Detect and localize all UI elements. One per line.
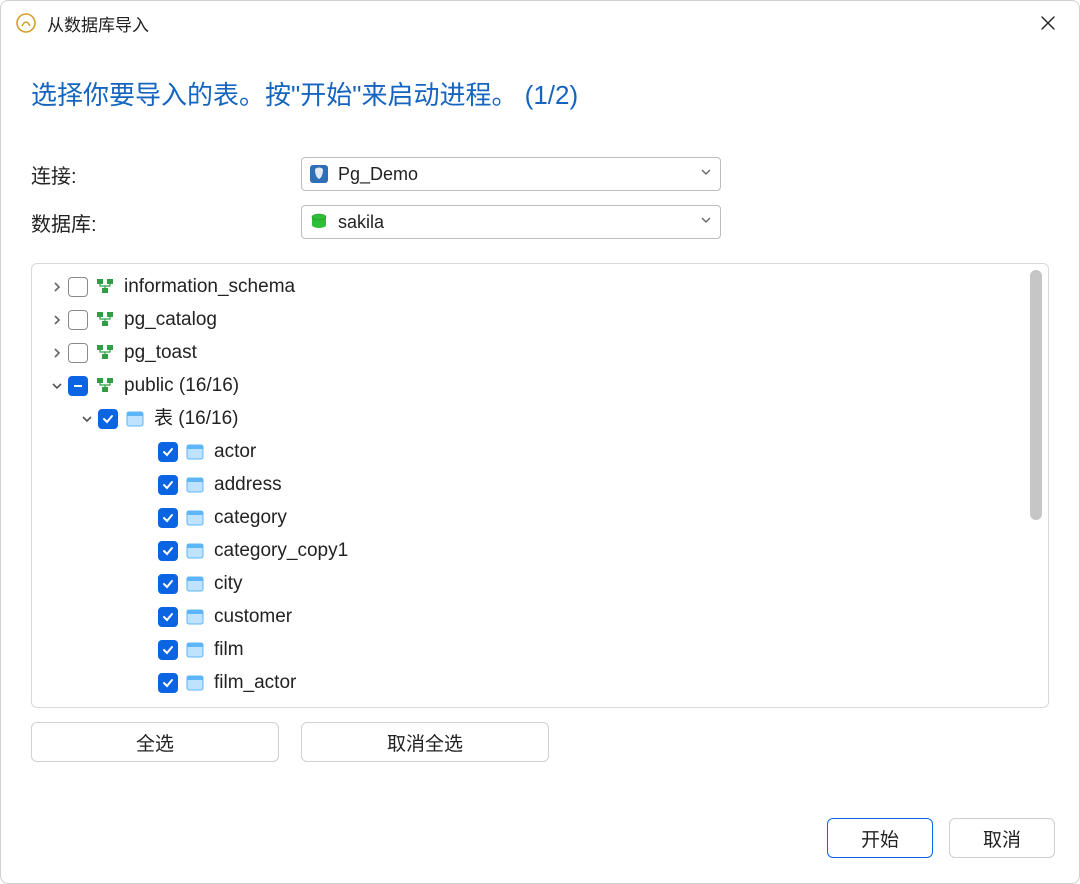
table-icon	[184, 573, 206, 595]
table-icon	[184, 606, 206, 628]
tree-body: information_schema pg_c	[32, 264, 1048, 705]
select-all-button[interactable]: 全选	[31, 722, 279, 762]
tree-folder-item[interactable]: 表 (16/16)	[42, 402, 1026, 435]
page-heading: 选择你要导入的表。按"开始"来启动进程。 (1/2)	[31, 75, 1049, 112]
form-rows: 连接: Pg_Demo 数据库:	[31, 157, 1049, 253]
checkbox-indeterminate[interactable]	[68, 376, 88, 396]
postgres-icon	[308, 163, 330, 185]
tree-item-label: actor	[214, 442, 256, 461]
scrollbar[interactable]	[1030, 270, 1042, 701]
tree-item-label: category_copy1	[214, 541, 348, 560]
chevron-down-icon[interactable]	[76, 413, 98, 425]
checkbox[interactable]	[68, 310, 88, 330]
tree-table-item[interactable]: customer	[42, 600, 1026, 633]
footer: 开始 取消	[1, 809, 1079, 883]
checkbox[interactable]	[68, 277, 88, 297]
tree-item-label: pg_toast	[124, 343, 197, 362]
deselect-all-button[interactable]: 取消全选	[301, 722, 549, 762]
scrollbar-thumb[interactable]	[1030, 270, 1042, 520]
checkbox-checked[interactable]	[158, 607, 178, 627]
tree-item-label: public (16/16)	[124, 376, 239, 395]
database-value: sakila	[338, 212, 700, 233]
tables-folder-icon	[124, 408, 146, 430]
tree-item-label: film_actor	[214, 673, 296, 692]
chevron-right-icon[interactable]	[46, 281, 68, 293]
database-icon	[308, 211, 330, 233]
tree-table-item[interactable]: category_copy1	[42, 534, 1026, 567]
checkbox-checked[interactable]	[158, 640, 178, 660]
content-area: 选择你要导入的表。按"开始"来启动进程。 (1/2) 连接: Pg_Demo	[1, 45, 1079, 809]
checkbox-checked[interactable]	[158, 574, 178, 594]
tree-item-label: city	[214, 574, 243, 593]
checkbox-checked[interactable]	[158, 673, 178, 693]
checkbox-checked[interactable]	[158, 475, 178, 495]
schema-icon	[94, 276, 116, 298]
tree-table-item[interactable]: address	[42, 468, 1026, 501]
table-icon	[184, 540, 206, 562]
checkbox-checked[interactable]	[158, 541, 178, 561]
chevron-right-icon[interactable]	[46, 314, 68, 326]
schema-tree: information_schema pg_c	[31, 263, 1049, 708]
connection-label: 连接:	[31, 160, 301, 189]
tree-table-item[interactable]: category	[42, 501, 1026, 534]
window-title: 从数据库导入	[47, 11, 149, 36]
close-icon	[1041, 16, 1055, 30]
checkbox-checked[interactable]	[158, 508, 178, 528]
tree-item-label: information_schema	[124, 277, 295, 296]
schema-icon	[94, 342, 116, 364]
tree-schema-item[interactable]: information_schema	[42, 270, 1026, 303]
table-icon	[184, 672, 206, 694]
dialog-window: 从数据库导入 选择你要导入的表。按"开始"来启动进程。 (1/2) 连接:	[0, 0, 1080, 884]
chevron-down-icon	[700, 165, 712, 183]
tree-table-item[interactable]: film_actor	[42, 666, 1026, 699]
table-icon	[184, 639, 206, 661]
tree-item-label: category	[214, 508, 287, 527]
table-icon	[184, 441, 206, 463]
database-label: 数据库:	[31, 208, 301, 237]
schema-icon	[94, 309, 116, 331]
tree-table-item[interactable]: film	[42, 633, 1026, 666]
table-icon	[184, 474, 206, 496]
connection-value: Pg_Demo	[338, 164, 700, 185]
database-dropdown[interactable]: sakila	[301, 205, 721, 239]
schema-icon	[94, 375, 116, 397]
checkbox-checked[interactable]	[98, 409, 118, 429]
connection-row: 连接: Pg_Demo	[31, 157, 1049, 191]
close-button[interactable]	[1025, 7, 1071, 39]
database-row: 数据库: sakila	[31, 205, 1049, 239]
chevron-right-icon[interactable]	[46, 347, 68, 359]
tree-item-label: customer	[214, 607, 292, 626]
connection-dropdown[interactable]: Pg_Demo	[301, 157, 721, 191]
tree-item-label: pg_catalog	[124, 310, 217, 329]
tree-schema-item[interactable]: pg_catalog	[42, 303, 1026, 336]
tree-schema-item[interactable]: pg_toast	[42, 336, 1026, 369]
tree-item-label: address	[214, 475, 282, 494]
select-button-row: 全选 取消全选	[31, 722, 1049, 762]
chevron-down-icon[interactable]	[46, 380, 68, 392]
tree-table-item[interactable]: city	[42, 567, 1026, 600]
tree-item-label: 表 (16/16)	[154, 409, 238, 428]
start-button[interactable]: 开始	[827, 818, 933, 858]
tree-item-label: film	[214, 640, 244, 659]
table-icon	[184, 507, 206, 529]
chevron-down-icon	[700, 213, 712, 231]
checkbox-checked[interactable]	[158, 442, 178, 462]
cancel-button[interactable]: 取消	[949, 818, 1055, 858]
titlebar: 从数据库导入	[1, 1, 1079, 45]
app-icon	[15, 12, 37, 34]
tree-table-item[interactable]: actor	[42, 435, 1026, 468]
checkbox[interactable]	[68, 343, 88, 363]
tree-schema-item[interactable]: public (16/16)	[42, 369, 1026, 402]
